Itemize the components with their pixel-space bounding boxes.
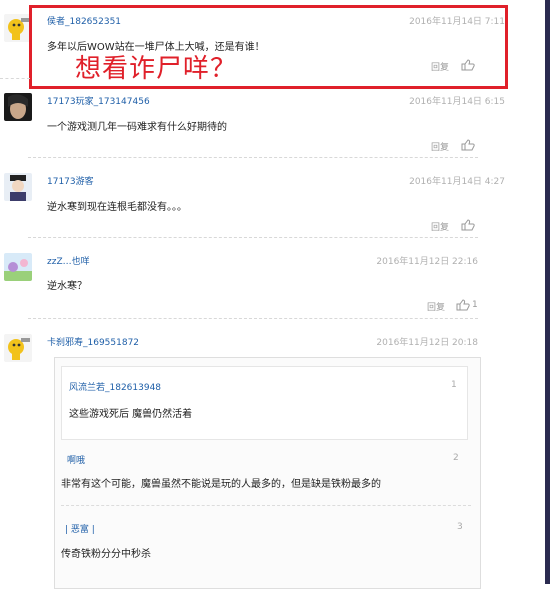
like-count: 1 bbox=[472, 300, 478, 310]
comment-time: 2016年11月12日 20:18 bbox=[376, 338, 478, 348]
quote-username[interactable]: 风流兰若_182613948 bbox=[69, 380, 161, 393]
reply-button[interactable]: 回复 bbox=[431, 140, 449, 153]
reply-button[interactable]: 回复 bbox=[427, 300, 445, 313]
avatar[interactable] bbox=[4, 173, 32, 201]
reply-button[interactable]: 回复 bbox=[431, 220, 449, 233]
quote-username[interactable]: | 恶富 | bbox=[65, 522, 95, 535]
divider bbox=[28, 318, 478, 319]
avatar[interactable] bbox=[4, 93, 32, 121]
comment-time: 2016年11月14日 6:15 bbox=[409, 97, 505, 107]
comment-time: 2016年11月12日 22:16 bbox=[376, 257, 478, 267]
quote-floor-number: 1 bbox=[451, 380, 457, 390]
comment-text: 逆水寒到现在连根毛都没有。。。 bbox=[47, 202, 187, 213]
divider bbox=[61, 505, 471, 506]
page-right-edge bbox=[545, 0, 550, 584]
quote-thread: 风流兰若_182613948 1 这些游戏死后 魔兽仍然活着 啊哦 2 非常有这… bbox=[54, 357, 481, 589]
comment-username[interactable]: 17173游客 bbox=[47, 174, 94, 187]
comment-username[interactable]: 17173玩家_173147456 bbox=[47, 94, 150, 107]
comment-time: 2016年11月14日 4:27 bbox=[409, 177, 505, 187]
annotation-text: 想看诈尸咩？ bbox=[75, 54, 238, 84]
like-icon[interactable] bbox=[461, 139, 475, 151]
comment-username[interactable]: zzZ…也咩 bbox=[47, 254, 90, 267]
divider bbox=[0, 78, 30, 79]
comment-username[interactable]: 卡刹邪寿_169551872 bbox=[47, 335, 139, 348]
avatar[interactable] bbox=[4, 334, 32, 362]
avatar[interactable] bbox=[4, 253, 32, 281]
quote-floor-number: 3 bbox=[457, 522, 463, 532]
quote-text: 非常有这个可能，魔兽虽然不能说是玩的人最多的，但是缺是铁粉最多的 bbox=[61, 479, 381, 490]
quote-username[interactable]: 啊哦 bbox=[67, 453, 85, 466]
quote-item: 风流兰若_182613948 1 这些游戏死后 魔兽仍然活着 bbox=[61, 366, 468, 440]
quote-text: 这些游戏死后 魔兽仍然活着 bbox=[69, 409, 193, 420]
divider bbox=[28, 157, 478, 158]
like-icon[interactable] bbox=[461, 219, 475, 231]
quote-floor-number: 2 bbox=[453, 453, 459, 463]
like-icon[interactable] bbox=[456, 299, 470, 311]
avatar[interactable] bbox=[4, 14, 32, 42]
comment-text: 一个游戏测几年一码难求有什么好期待的 bbox=[47, 122, 227, 133]
quote-text: 传奇铁粉分分中秒杀 bbox=[61, 549, 151, 560]
comment-text: 逆水寒？ bbox=[47, 281, 87, 292]
divider bbox=[28, 237, 478, 238]
